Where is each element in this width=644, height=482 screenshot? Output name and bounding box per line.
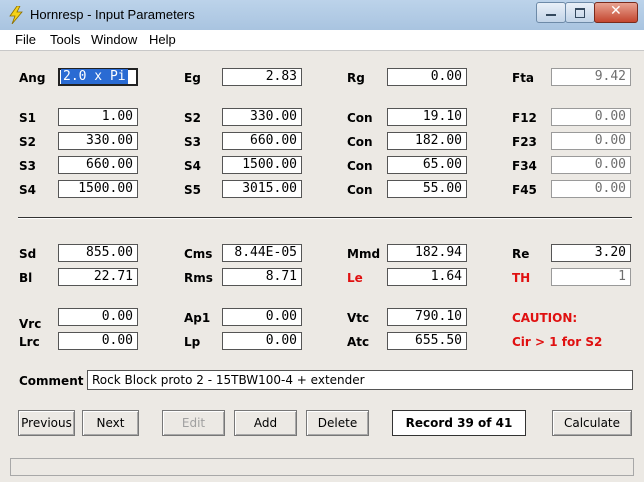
- s2-row-field[interactable]: 330.00: [58, 132, 138, 150]
- s4-row-field[interactable]: 1500.00: [58, 180, 138, 198]
- lightning-icon: [9, 6, 23, 24]
- window-title: Hornresp - Input Parameters: [30, 7, 195, 22]
- comment-field[interactable]: Rock Block proto 2 - 15TBW100-4 + extend…: [87, 370, 633, 390]
- cms-label: Cms: [184, 247, 213, 261]
- con4-label: Con: [347, 183, 373, 197]
- atc-label: Atc: [347, 335, 370, 349]
- s3-label: S3: [184, 135, 201, 149]
- close-button[interactable]: ✕: [594, 2, 638, 23]
- menu-tools[interactable]: Tools: [50, 32, 80, 47]
- caution-title: CAUTION:: [512, 311, 578, 325]
- s2-field[interactable]: 330.00: [222, 108, 302, 126]
- vrc-label: Vrc: [19, 317, 42, 331]
- ang-field[interactable]: 2.0 x Pi: [58, 68, 138, 86]
- rg-field[interactable]: 0.00: [387, 68, 467, 86]
- ap1-label: Ap1: [184, 311, 211, 325]
- s4-row-label: S4: [19, 183, 36, 197]
- rms-field[interactable]: 8.71: [222, 268, 302, 286]
- fta-field: 9.42: [551, 68, 631, 86]
- f12-label: F12: [512, 111, 537, 125]
- f12-field: 0.00: [551, 108, 631, 126]
- add-button[interactable]: Add: [234, 410, 297, 436]
- section-divider: [18, 217, 632, 219]
- sd-label: Sd: [19, 247, 37, 261]
- s4-field[interactable]: 1500.00: [222, 156, 302, 174]
- ang-value: 2.0 x Pi: [61, 69, 128, 84]
- cms-field[interactable]: 8.44E-05: [222, 244, 302, 262]
- s1-field[interactable]: 1.00: [58, 108, 138, 126]
- s2-label: S2: [184, 111, 201, 125]
- vrc-field[interactable]: 0.00: [58, 308, 138, 326]
- comment-label: Comment: [19, 374, 84, 388]
- s5-field[interactable]: 3015.00: [222, 180, 302, 198]
- vtc-field[interactable]: 790.10: [387, 308, 467, 326]
- re-label: Re: [512, 247, 530, 261]
- con1-label: Con: [347, 111, 373, 125]
- status-bar: [10, 458, 634, 476]
- title-bar[interactable]: Hornresp - Input Parameters ✕: [0, 0, 644, 30]
- s1-label: S1: [19, 111, 36, 125]
- con2-field[interactable]: 182.00: [387, 132, 467, 150]
- s5-label: S5: [184, 183, 201, 197]
- menu-bar: File Tools Window Help: [0, 30, 644, 51]
- next-button[interactable]: Next: [82, 410, 139, 436]
- con2-label: Con: [347, 135, 373, 149]
- mmd-field[interactable]: 182.94: [387, 244, 467, 262]
- th-label: TH: [512, 271, 531, 285]
- maximize-icon: [575, 8, 585, 18]
- f34-field: 0.00: [551, 156, 631, 174]
- s3-field[interactable]: 660.00: [222, 132, 302, 150]
- calculate-button[interactable]: Calculate: [552, 410, 632, 436]
- minimize-icon: [546, 14, 556, 16]
- s3-row-field[interactable]: 660.00: [58, 156, 138, 174]
- f45-field: 0.00: [551, 180, 631, 198]
- con3-field[interactable]: 65.00: [387, 156, 467, 174]
- s4-label: S4: [184, 159, 201, 173]
- ang-label: Ang: [19, 71, 46, 85]
- mmd-label: Mmd: [347, 247, 381, 261]
- lp-field[interactable]: 0.00: [222, 332, 302, 350]
- s3-row-label: S3: [19, 159, 36, 173]
- lp-label: Lp: [184, 335, 201, 349]
- rg-label: Rg: [347, 71, 365, 85]
- fta-label: Fta: [512, 71, 535, 85]
- atc-field[interactable]: 655.50: [387, 332, 467, 350]
- s2-row-label: S2: [19, 135, 36, 149]
- th-field: 1: [551, 268, 631, 286]
- vtc-label: Vtc: [347, 311, 370, 325]
- bl-label: Bl: [19, 271, 33, 285]
- previous-button[interactable]: Previous: [18, 410, 75, 436]
- lrc-field[interactable]: 0.00: [58, 332, 138, 350]
- con1-field[interactable]: 19.10: [387, 108, 467, 126]
- minimize-button[interactable]: [536, 2, 566, 23]
- caution-message: Cir > 1 for S2: [512, 335, 603, 349]
- le-field[interactable]: 1.64: [387, 268, 467, 286]
- con4-field[interactable]: 55.00: [387, 180, 467, 198]
- f34-label: F34: [512, 159, 537, 173]
- eg-field[interactable]: 2.83: [222, 68, 302, 86]
- re-field[interactable]: 3.20: [551, 244, 631, 262]
- con3-label: Con: [347, 159, 373, 173]
- hornresp-window: Hornresp - Input Parameters ✕ File Tools…: [0, 0, 644, 482]
- f23-label: F23: [512, 135, 537, 149]
- edit-button[interactable]: Edit: [162, 410, 225, 436]
- sd-field[interactable]: 855.00: [58, 244, 138, 262]
- ap1-field[interactable]: 0.00: [222, 308, 302, 326]
- f23-field: 0.00: [551, 132, 631, 150]
- close-icon: ✕: [610, 3, 622, 19]
- bl-field[interactable]: 22.71: [58, 268, 138, 286]
- delete-button[interactable]: Delete: [306, 410, 369, 436]
- menu-window[interactable]: Window: [91, 32, 137, 47]
- le-label: Le: [347, 271, 363, 285]
- menu-help[interactable]: Help: [149, 32, 176, 47]
- menu-file[interactable]: File: [15, 32, 36, 47]
- eg-label: Eg: [184, 71, 201, 85]
- f45-label: F45: [512, 183, 537, 197]
- lrc-label: Lrc: [19, 335, 40, 349]
- maximize-button[interactable]: [565, 2, 595, 23]
- rms-label: Rms: [184, 271, 213, 285]
- record-indicator: Record 39 of 41: [392, 410, 526, 436]
